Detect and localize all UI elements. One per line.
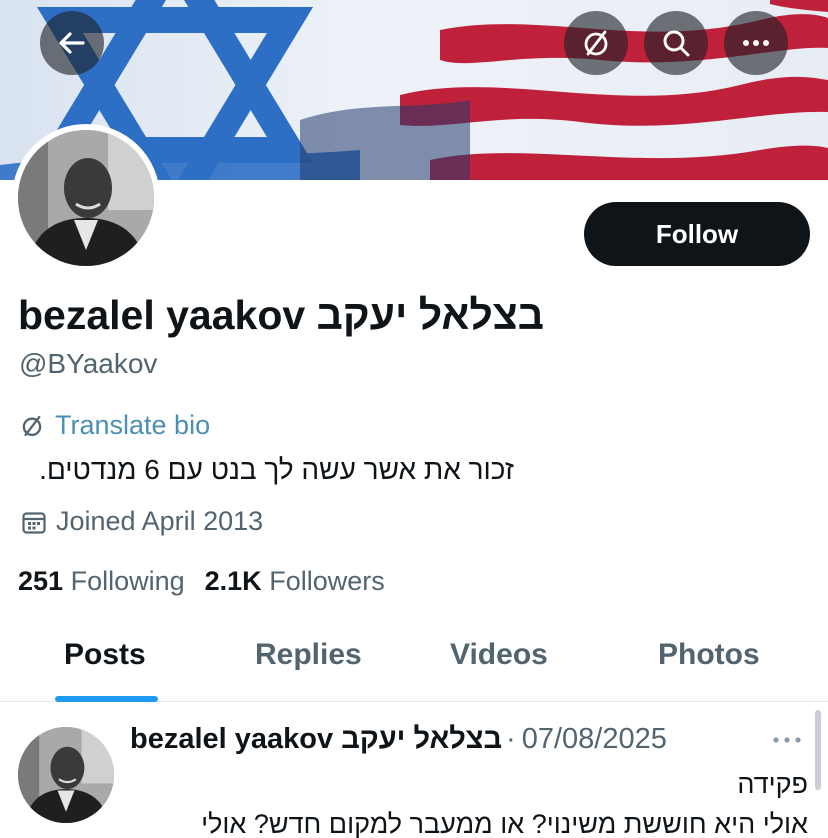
follow-button[interactable]: Follow (584, 202, 810, 266)
translate-icon (584, 30, 608, 56)
active-tab-indicator (55, 696, 158, 702)
scrollbar[interactable] (815, 710, 821, 790)
following-count: 251 (18, 566, 64, 596)
following-link[interactable]: 251 Following (18, 566, 185, 597)
post-text-line-1: פקידה (737, 769, 808, 799)
avatar-photo (18, 130, 154, 266)
followers-label: Followers (269, 566, 385, 596)
followers-link[interactable]: 2.1K Followers (205, 566, 385, 597)
post-avatar[interactable] (18, 727, 114, 823)
followers-count: 2.1K (204, 566, 262, 596)
tab-photos[interactable]: Photos (658, 638, 760, 672)
post-date[interactable]: 07/08/2025 (522, 723, 667, 756)
profile-bio: זכור את אשר עשה לך בנט עם 6 מנדטים. (39, 454, 514, 485)
post-item[interactable]: bezalel yaakov בצלאל יעקב · 07/08/2025 פ… (0, 703, 828, 838)
post-text-line-2: אולי היא חוששת משינוי? או ממעבר למקום חד… (201, 809, 808, 838)
back-button[interactable] (40, 11, 104, 75)
post-separator: · (506, 723, 516, 755)
search-icon (663, 30, 690, 57)
profile-handle: @BYaakov (19, 348, 158, 379)
tab-replies[interactable]: Replies (255, 638, 362, 672)
translate-button[interactable] (564, 11, 628, 75)
display-name: bezalel yaakov בצלאל יעקב (18, 292, 544, 338)
following-label: Following (70, 566, 185, 596)
joined-label: Joined April 2013 (56, 506, 264, 536)
translate-icon (22, 415, 42, 436)
tab-posts[interactable]: Posts (64, 638, 146, 672)
arrow-left-icon (59, 32, 85, 54)
post-more-button[interactable] (772, 733, 802, 751)
follow-counts: 251 Following 2.1K Followers (18, 566, 385, 597)
post-author-name[interactable]: bezalel yaakov בצלאל יעקב (130, 723, 502, 756)
tab-videos[interactable]: Videos (450, 638, 548, 672)
more-horizontal-icon (773, 737, 801, 743)
avatar-photo (18, 727, 114, 823)
more-button[interactable] (724, 11, 788, 75)
translate-bio-label: Translate bio (55, 410, 211, 440)
post-header: bezalel yaakov בצלאל יעקב · 07/08/2025 (130, 723, 667, 756)
calendar-icon (22, 511, 46, 534)
more-horizontal-icon (743, 40, 769, 46)
profile-tabs: Posts Replies Videos Photos (0, 612, 828, 702)
joined-date: Joined April 2013 (21, 506, 263, 537)
translate-bio-link[interactable]: Translate bio (19, 410, 210, 441)
search-button[interactable] (644, 11, 708, 75)
profile-avatar[interactable] (12, 124, 160, 272)
